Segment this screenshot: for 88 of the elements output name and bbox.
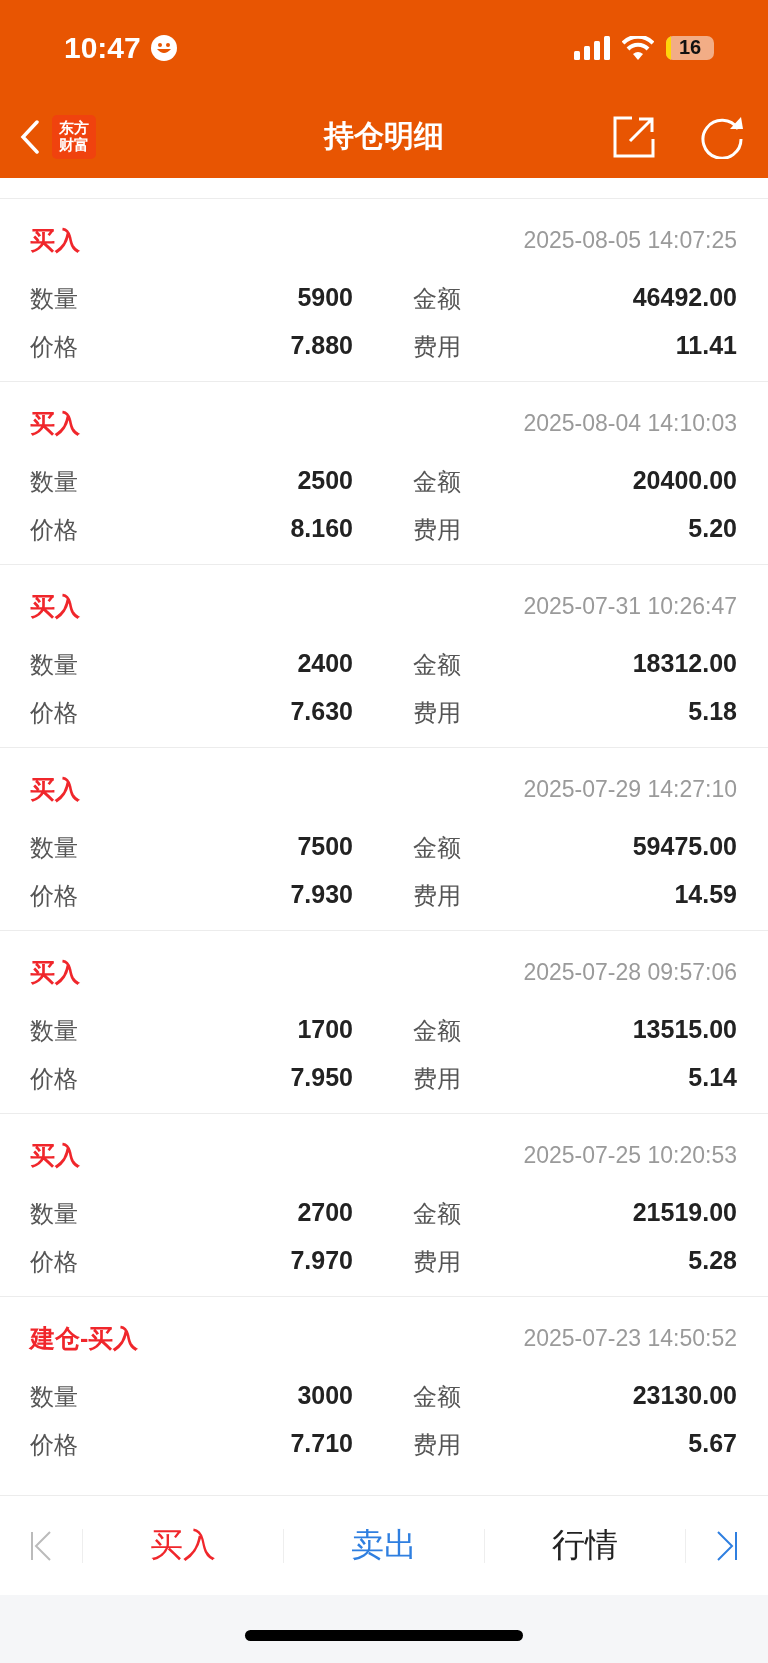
skip-first-icon <box>29 1528 53 1563</box>
back-button[interactable] <box>20 119 40 154</box>
field-label: 费用 <box>413 332 461 362</box>
field-label: 费用 <box>413 1247 461 1277</box>
field-value: 13515.00 <box>632 1015 737 1045</box>
field-value: 5900 <box>297 283 353 313</box>
trade-type: 建仓-买入 <box>30 1322 139 1354</box>
page-title: 持仓明细 <box>324 118 444 154</box>
field-label: 金额 <box>413 650 461 680</box>
field-value: 11.41 <box>675 331 737 361</box>
field-label: 费用 <box>413 515 461 545</box>
logo-text: 财富 <box>59 136 89 153</box>
field-label: 价格 <box>30 698 78 728</box>
field-label: 价格 <box>30 881 78 911</box>
trade-datetime: 2025-07-31 10:26:47 <box>523 592 737 620</box>
smiley-icon <box>150 34 177 61</box>
field-value: 5.14 <box>688 1063 737 1093</box>
field-value: 5.67 <box>688 1429 737 1459</box>
trade-type: 买入 <box>30 956 80 988</box>
field-value: 5.28 <box>688 1246 737 1276</box>
field-label: 价格 <box>30 1430 78 1460</box>
field-label: 数量 <box>30 1199 78 1229</box>
field-label: 数量 <box>30 1382 78 1412</box>
battery-icon: 16 <box>666 35 714 60</box>
field-value: 7500 <box>297 832 353 862</box>
trade-datetime: 2025-07-28 09:57:06 <box>523 958 737 986</box>
field-value: 3000 <box>297 1381 353 1411</box>
field-label: 费用 <box>413 1430 461 1460</box>
field-label: 数量 <box>30 833 78 863</box>
trade-type: 买入 <box>30 224 80 256</box>
toolbar-tab[interactable]: 卖出 <box>284 1515 484 1576</box>
field-label: 价格 <box>30 332 78 362</box>
field-label: 价格 <box>30 515 78 545</box>
field-value: 2700 <box>297 1198 353 1228</box>
field-value: 59475.00 <box>632 832 737 862</box>
field-value: 2500 <box>297 466 353 496</box>
toolbar-tab[interactable]: 行情 <box>485 1515 685 1576</box>
field-value: 21519.00 <box>632 1198 737 1228</box>
field-value: 8.160 <box>290 514 353 544</box>
field-value: 7.880 <box>290 331 353 361</box>
trade-type: 买入 <box>30 1139 80 1171</box>
status-time: 10:47 <box>64 30 141 65</box>
field-value: 7.710 <box>290 1429 353 1459</box>
field-label: 金额 <box>413 284 461 314</box>
field-value: 14.59 <box>674 880 737 910</box>
skip-last-icon <box>715 1528 739 1563</box>
field-label: 价格 <box>30 1064 78 1094</box>
field-value: 7.930 <box>290 880 353 910</box>
field-value: 7.970 <box>290 1246 353 1276</box>
trade-type: 买入 <box>30 590 80 622</box>
field-value: 7.630 <box>290 697 353 727</box>
field-label: 数量 <box>30 284 78 314</box>
field-label: 数量 <box>30 650 78 680</box>
share-button[interactable] <box>612 114 656 159</box>
trade-datetime: 2025-08-04 14:10:03 <box>523 409 737 437</box>
field-label: 数量 <box>30 1016 78 1046</box>
field-label: 金额 <box>413 1016 461 1046</box>
field-value: 46492.00 <box>632 283 737 313</box>
field-value: 1700 <box>297 1015 353 1045</box>
field-value: 7.950 <box>290 1063 353 1093</box>
field-label: 费用 <box>413 881 461 911</box>
field-label: 金额 <box>413 833 461 863</box>
logo-text: 东方 <box>59 120 89 136</box>
share-icon <box>612 114 656 159</box>
toolbar-tab[interactable]: 买入 <box>83 1515 283 1576</box>
field-label: 费用 <box>413 698 461 728</box>
field-value: 5.18 <box>688 697 737 727</box>
field-label: 金额 <box>413 467 461 497</box>
field-label: 价格 <box>30 1247 78 1277</box>
signal-icon <box>574 35 610 60</box>
wifi-icon <box>622 35 654 60</box>
field-value: 18312.00 <box>632 649 737 679</box>
trade-datetime: 2025-07-25 10:20:53 <box>523 1141 737 1169</box>
field-label: 费用 <box>413 1064 461 1094</box>
field-label: 金额 <box>413 1382 461 1412</box>
field-value: 23130.00 <box>632 1381 737 1411</box>
trade-datetime: 2025-08-05 14:07:25 <box>523 226 737 254</box>
chevron-left-icon <box>20 119 40 154</box>
field-value: 20400.00 <box>632 466 737 496</box>
trade-type: 买入 <box>30 407 80 439</box>
trade-datetime: 2025-07-23 14:50:52 <box>523 1324 737 1352</box>
field-label: 数量 <box>30 467 78 497</box>
trade-type: 买入 <box>30 773 80 805</box>
trade-datetime: 2025-07-29 14:27:10 <box>523 775 737 803</box>
field-value: 5.20 <box>688 514 737 544</box>
app-logo[interactable]: 东方 财富 <box>52 114 96 159</box>
field-label: 金额 <box>413 1199 461 1229</box>
field-value: 2400 <box>297 649 353 679</box>
